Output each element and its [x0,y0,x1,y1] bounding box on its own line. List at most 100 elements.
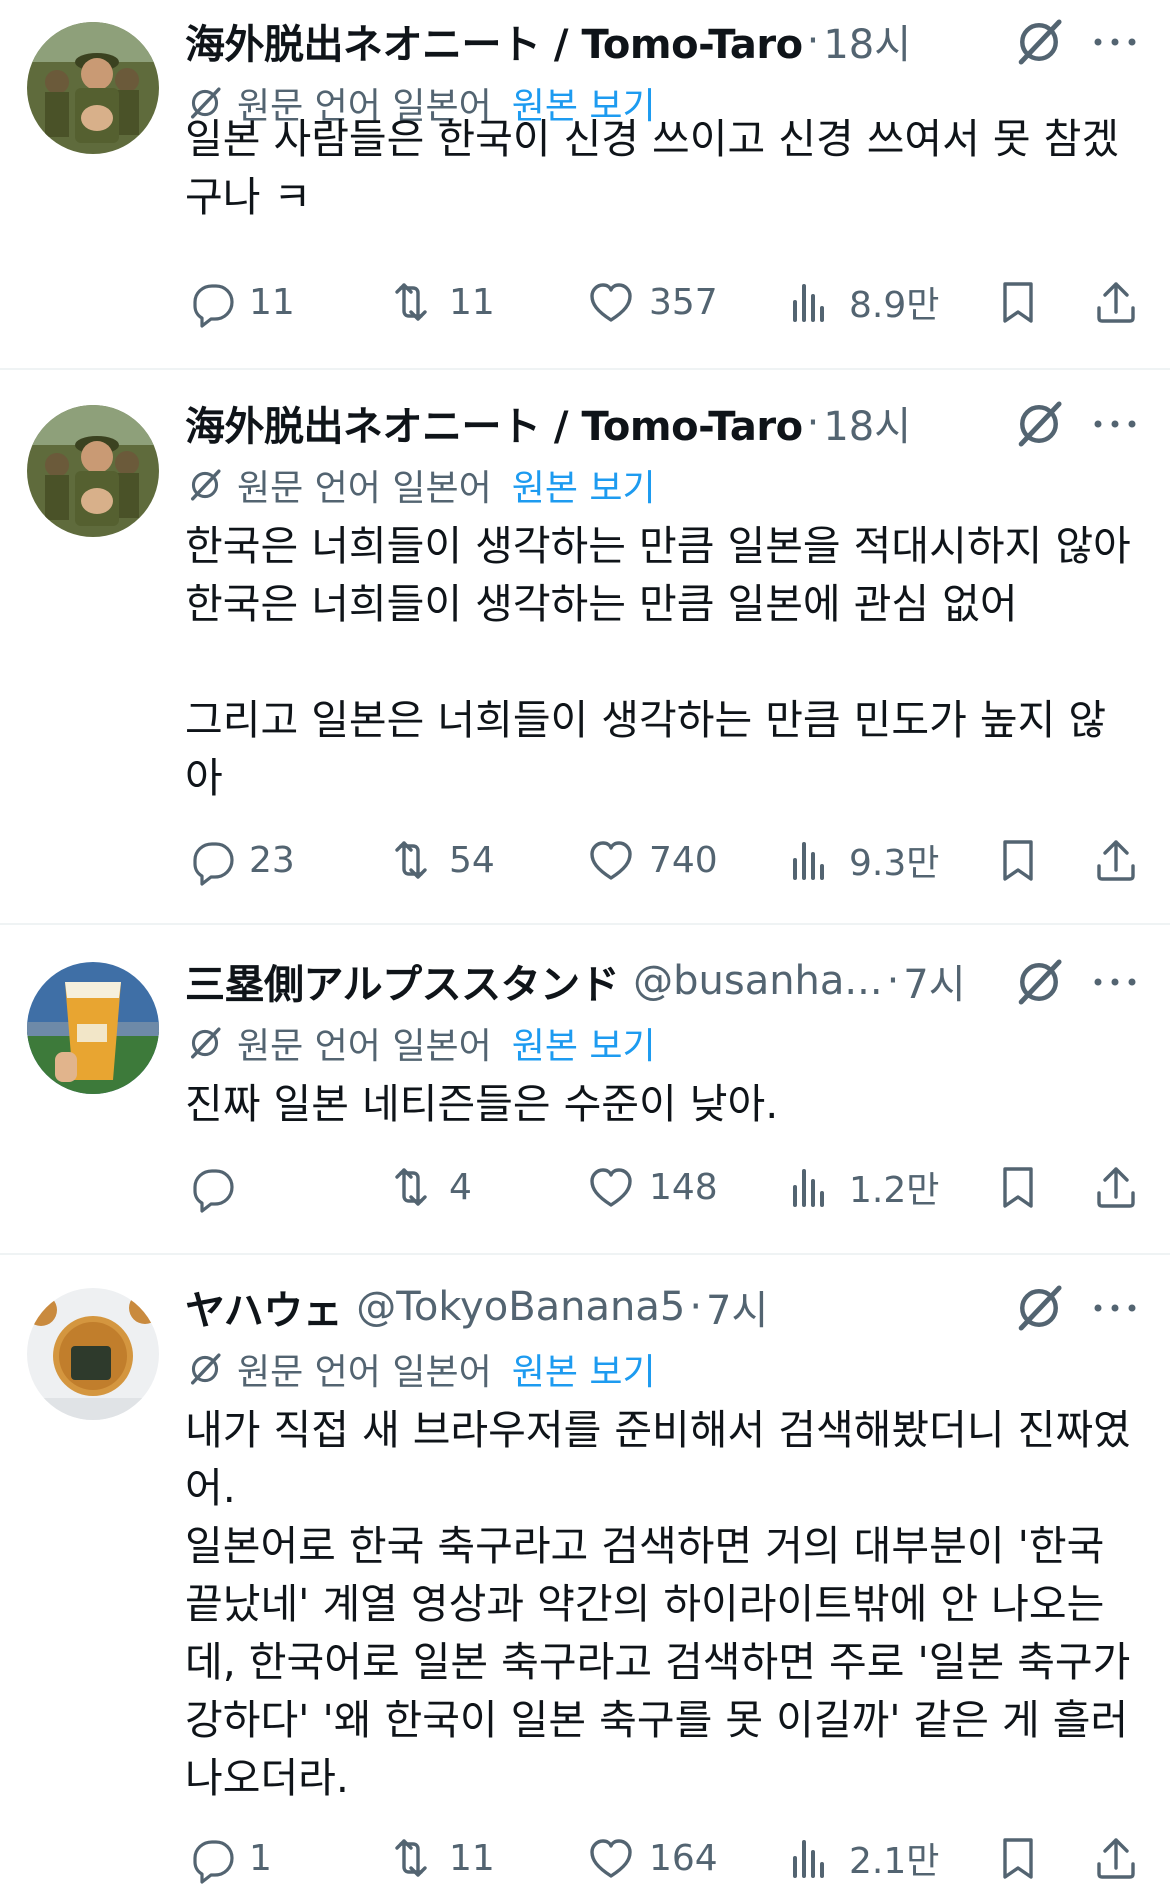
tweet-divider [0,923,1170,925]
tweet-text: 한국은 너희들이 생각하는 만큼 일본을 적대시하지 않아 한국은 너희들이 생… [185,522,1131,802]
more-icon [1094,1304,1136,1312]
view-original-link[interactable]: 원본 보기 [512,1017,656,1069]
share-icon [1097,282,1135,323]
repost-button[interactable]: 11 [385,272,495,332]
views-button[interactable]: 8.9만 [785,272,939,332]
share-button[interactable] [1090,1157,1142,1217]
heart-icon [590,841,632,880]
user-handle[interactable]: @busanha... [633,958,882,1004]
reply-icon [193,842,234,886]
reply-button[interactable]: 11 [185,272,295,332]
likes-count: 740 [649,839,718,881]
share-icon [1097,840,1135,881]
translate-icon [191,469,221,501]
bookmark-icon [1003,1838,1033,1879]
more-button[interactable] [1090,409,1140,439]
avatar[interactable] [27,1288,159,1420]
translation-notice: 원문 언어 일본어 원본 보기 [185,459,656,511]
views-icon [793,1169,824,1207]
view-original-link[interactable]: 원본 보기 [512,1343,656,1395]
display-name[interactable]: ヤハウェ [185,1278,343,1336]
grok-button[interactable] [1010,1279,1068,1337]
tweet-text: 진짜 일본 네티즌들은 수준이 낮아. [185,1080,779,1128]
repost-icon [395,1839,427,1877]
user-handle[interactable]: @TokyoBanana5 [356,1284,685,1330]
tweet-actions: 1 11 164 2.1만 [185,1828,1145,1888]
reply-button[interactable]: 23 [185,830,295,890]
reposts-count: 11 [449,281,495,323]
display-name[interactable]: 海外脱出ネオニート / Tomo-Taro [185,394,803,452]
like-button[interactable]: 357 [585,272,718,332]
share-button[interactable] [1090,1828,1142,1888]
avatar[interactable] [27,962,159,1094]
replies-count: 11 [249,281,295,323]
grok-button[interactable] [1010,395,1068,453]
timestamp[interactable]: 18시 [823,394,911,452]
share-icon [1097,1167,1135,1208]
views-icon [793,284,824,322]
tweet-header: 三塁側アルプススタンド @busanha... · 7시 [185,956,966,1008]
tweet-text: 일본 사람들은 한국이 신경 쓰이고 신경 쓰여서 못 참겠 구나 ㅋ [185,115,1120,221]
bookmark-button[interactable] [992,1828,1044,1888]
reply-button[interactable] [185,1157,237,1217]
views-count: 1.2만 [849,1170,940,1211]
reply-icon [193,1169,234,1213]
translation-notice: 원문 언어 일본어 원본 보기 [185,1017,656,1069]
timestamp[interactable]: 7시 [706,1278,768,1336]
bookmark-icon [1003,840,1033,881]
like-button[interactable]: 148 [585,1157,718,1217]
translate-icon [191,1353,221,1385]
views-icon [793,842,824,880]
more-button[interactable] [1090,1293,1140,1323]
reply-icon [193,284,234,328]
more-button[interactable] [1090,27,1140,57]
reposts-count: 11 [449,1837,495,1879]
grok-icon [1018,19,1062,65]
tweet-divider [0,368,1170,370]
repost-button[interactable]: 4 [385,1157,472,1217]
views-button[interactable]: 1.2만 [785,1157,939,1217]
timestamp[interactable]: 7시 [903,952,965,1010]
translation-label: 원문 언어 일본어 [237,468,492,509]
tweet-header: 海外脱出ネオニート / Tomo-Taro · 18시 [185,16,911,68]
bookmark-icon [1003,282,1033,323]
repost-icon [395,841,427,879]
more-button[interactable] [1090,967,1140,997]
separator-dot: · [806,400,820,446]
translate-icon [191,1027,221,1059]
timestamp[interactable]: 18시 [823,12,911,70]
tweet-header: 海外脱出ネオニート / Tomo-Taro · 18시 [185,398,911,450]
display-name[interactable]: 三塁側アルプススタンド [185,952,620,1010]
bookmark-button[interactable] [992,272,1044,332]
display-name[interactable]: 海外脱出ネオニート / Tomo-Taro [185,12,803,70]
share-button[interactable] [1090,272,1142,332]
tweet-actions: 4 148 1.2만 [185,1157,1145,1217]
translation-label: 원문 언어 일본어 [237,1026,492,1067]
separator-dot: · [886,958,900,1004]
view-original-link[interactable]: 원본 보기 [512,459,656,511]
reply-button[interactable]: 1 [185,1828,272,1888]
heart-icon [590,1839,632,1878]
like-button[interactable]: 740 [585,830,718,890]
like-button[interactable]: 164 [585,1828,718,1888]
avatar[interactable] [27,405,159,537]
bookmark-button[interactable] [992,830,1044,890]
repost-button[interactable]: 11 [385,1828,495,1888]
reposts-count: 4 [449,1166,472,1208]
bookmark-button[interactable] [992,1157,1044,1217]
views-button[interactable]: 9.3만 [785,830,939,890]
avatar[interactable] [27,22,159,154]
grok-button[interactable] [1010,13,1068,71]
heart-icon [590,1168,632,1207]
repost-button[interactable]: 54 [385,830,495,890]
share-button[interactable] [1090,830,1142,890]
more-icon [1094,38,1136,46]
likes-count: 148 [649,1166,718,1208]
separator-dot: · [806,18,820,64]
repost-icon [395,1168,427,1206]
more-icon [1094,978,1136,986]
more-icon [1094,420,1136,428]
grok-icon [1018,401,1062,447]
views-button[interactable]: 2.1만 [785,1828,939,1888]
grok-button[interactable] [1010,953,1068,1011]
